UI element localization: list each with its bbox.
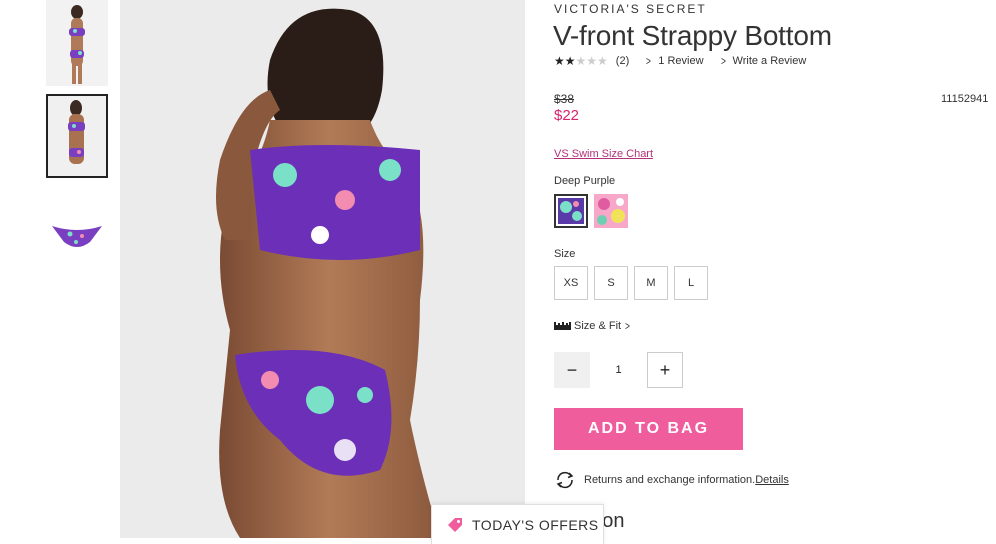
product-title: V-front Strappy Bottom <box>553 20 832 51</box>
rating-stars[interactable]: ★★★★★ <box>554 54 608 68</box>
quantity-increase-button[interactable]: + <box>647 352 683 388</box>
reviews-link[interactable]: > 1 Review <box>645 54 703 68</box>
size-label: Size <box>554 248 576 260</box>
write-review-label: Write a Review <box>732 55 807 67</box>
tag-icon <box>448 517 462 532</box>
rating-count: (2) <box>615 55 630 67</box>
size-fit-label: Size & Fit <box>574 320 622 332</box>
swatch-pink-floral[interactable] <box>594 194 628 228</box>
swatch-deep-purple[interactable] <box>554 194 588 228</box>
thumbnail-flat[interactable] <box>46 212 108 262</box>
chevron-right-icon: > <box>720 54 726 68</box>
todays-offers-label: TODAY'S OFFERS <box>472 516 599 533</box>
original-price: $38 <box>554 92 575 106</box>
write-review-link[interactable]: > Write a Review <box>720 54 807 68</box>
returns-info: Returns and exchange information. Detail… <box>554 471 789 489</box>
todays-offers-tab[interactable]: TODAY'S OFFERS <box>431 504 604 544</box>
brand-name: VICTORIA'S SECRET <box>554 2 707 16</box>
chevron-right-icon: > <box>646 54 652 68</box>
size-option-l[interactable]: L <box>674 266 708 300</box>
thumbnail-back[interactable] <box>46 94 108 178</box>
size-chart-link[interactable]: VS Swim Size Chart <box>554 148 653 160</box>
thumbnail-front[interactable] <box>46 0 108 86</box>
main-product-image[interactable] <box>120 0 525 538</box>
selected-color-label: Deep Purple <box>554 175 616 187</box>
chevron-right-icon: > <box>625 319 631 333</box>
size-fit-link[interactable]: Size & Fit > <box>554 319 631 333</box>
returns-details-link[interactable]: Details <box>755 474 789 486</box>
returns-text: Returns and exchange information. <box>584 474 756 486</box>
size-option-xs[interactable]: XS <box>554 266 588 300</box>
ruler-icon <box>554 322 571 330</box>
size-option-m[interactable]: M <box>634 266 668 300</box>
quantity-decrease-button[interactable]: − <box>554 352 590 388</box>
sale-price: $22 <box>554 107 580 124</box>
quantity-value[interactable]: 1 <box>590 352 647 388</box>
product-sku: 11152941 <box>941 93 989 105</box>
reviews-link-label: 1 Review <box>658 55 704 67</box>
size-option-s[interactable]: S <box>594 266 628 300</box>
add-to-bag-button[interactable]: ADD TO BAG <box>554 408 743 450</box>
refresh-icon <box>556 471 574 489</box>
rating-row: ★★★★★ (2) > 1 Review > Write a Review <box>554 54 806 68</box>
